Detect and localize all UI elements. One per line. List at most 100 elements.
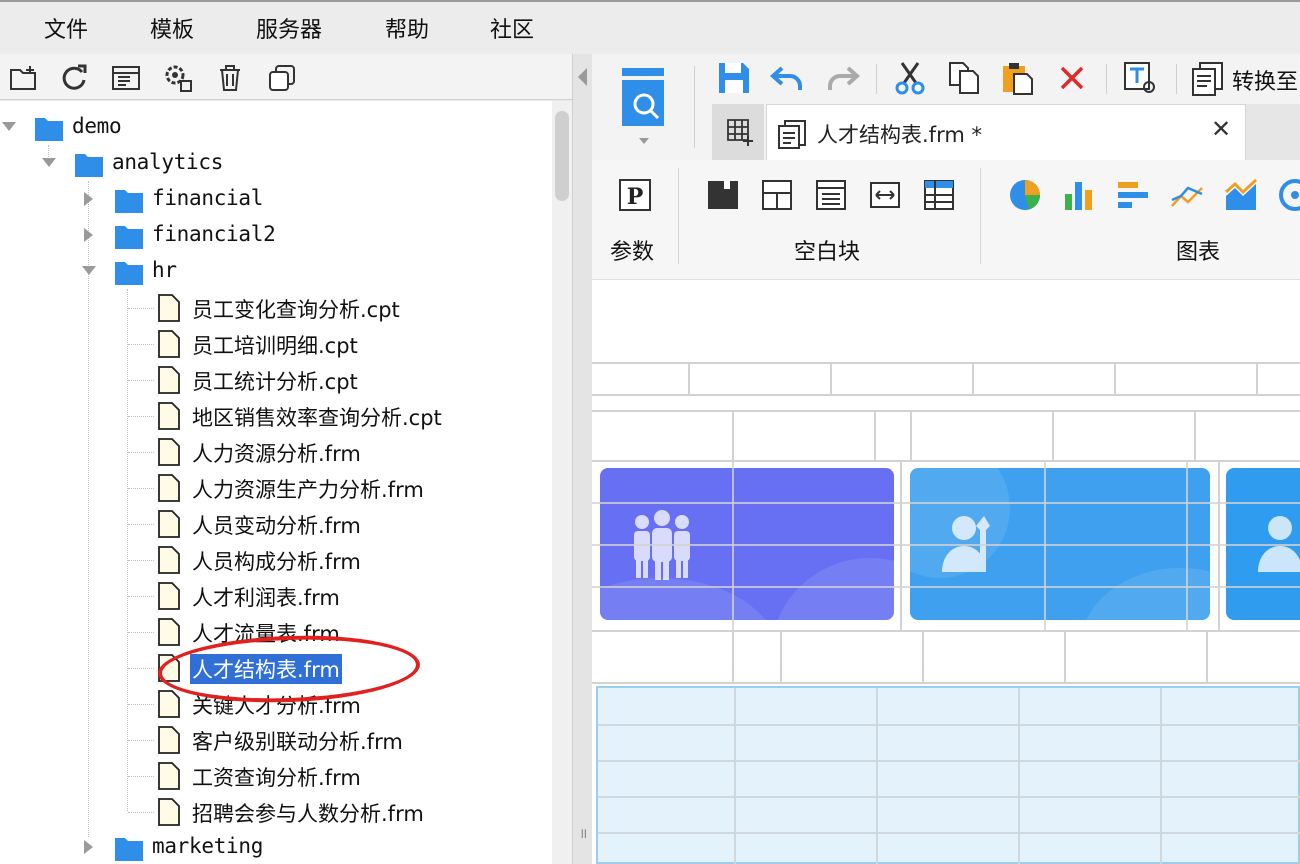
tree-file-item[interactable]: 人才利润表.frm (0, 578, 550, 614)
tree-scrollbar[interactable] (552, 101, 572, 864)
toolbar-separator (1106, 64, 1107, 94)
designer-toolbar: 转换至 人才结构表.frm * ✕ (592, 54, 1300, 160)
tree-file-item[interactable]: 人力资源生产力分析.frm (0, 470, 550, 506)
grid-line (1160, 688, 1162, 864)
card-decoration (1080, 568, 1210, 620)
tree-file-item[interactable]: 人员变动分析.frm (0, 506, 550, 542)
tree-file-item[interactable]: 工资查询分析.frm (0, 758, 550, 794)
tree-label: 工资查询分析.frm (192, 766, 361, 790)
menu-template[interactable]: 模板 (150, 12, 194, 44)
copy-doc-icon[interactable] (946, 60, 982, 96)
grid-line (780, 630, 782, 682)
tree-label: financial2 (152, 222, 276, 246)
scrollbar-thumb[interactable] (555, 111, 569, 201)
expand-caret[interactable] (84, 840, 93, 854)
tree-file-item[interactable]: 员工培训明细.cpt (0, 326, 550, 362)
grid-line (874, 410, 876, 460)
delete-icon[interactable] (214, 62, 246, 94)
delete-x-icon[interactable] (1054, 60, 1090, 96)
file-icon (158, 294, 180, 322)
blank-block-table-icon[interactable] (922, 178, 956, 212)
tree-item-demo[interactable]: demo (0, 110, 550, 146)
design-canvas[interactable] (592, 280, 1300, 864)
tree-file-item[interactable]: 招聘会参与人数分析.frm (0, 794, 550, 830)
tree-file-item[interactable]: 地区销售效率查询分析.cpt (0, 398, 550, 434)
tree-label-selected: 人才结构表.frm (190, 654, 342, 684)
tree-label: 人员构成分析.frm (192, 550, 361, 574)
tab-list-button[interactable] (712, 104, 764, 160)
person-icon (1258, 516, 1300, 572)
menu-server[interactable]: 服务器 (256, 12, 322, 44)
horizontal-bar-chart-icon[interactable] (1116, 178, 1150, 212)
grid-line (1018, 688, 1020, 864)
tree-file-item[interactable]: 客户级别联动分析.frm (0, 722, 550, 758)
blank-block-title-icon[interactable] (814, 178, 848, 212)
menu-help[interactable]: 帮助 (385, 12, 429, 44)
file-icon (158, 474, 180, 502)
paste-icon[interactable] (1000, 60, 1036, 96)
tree-item-financial[interactable]: financial (0, 182, 550, 218)
expand-caret[interactable] (84, 192, 93, 206)
blank-block-grid-icon[interactable] (760, 178, 794, 212)
copy-icon[interactable] (266, 62, 298, 94)
tree-label: 员工变化查询分析.cpt (192, 298, 400, 322)
tree-label: 人才利润表.frm (192, 586, 340, 610)
tree-item-financial2[interactable]: financial2 (0, 218, 550, 254)
tab-active[interactable]: 人才结构表.frm * ✕ (766, 104, 1246, 160)
grid-line (592, 630, 1300, 632)
refresh-icon[interactable] (58, 62, 90, 94)
tree-file-item[interactable]: 人力资源分析.frm (0, 434, 550, 470)
blank-block-stretch-icon[interactable] (868, 178, 902, 212)
collapse-caret[interactable] (82, 266, 96, 275)
new-folder-icon[interactable] (8, 62, 40, 94)
grid-add-icon (727, 119, 753, 146)
settings-icon[interactable] (162, 62, 194, 94)
template-list-icon[interactable] (110, 62, 142, 94)
menu-community[interactable]: 社区 (490, 12, 534, 44)
collapse-caret[interactable] (2, 122, 16, 131)
form-body-selected[interactable] (596, 686, 1300, 864)
tree-label: 员工统计分析.cpt (192, 370, 358, 394)
redo-icon[interactable] (824, 60, 860, 96)
tree-file-item[interactable]: 人员构成分析.frm (0, 542, 550, 578)
pie-chart-icon[interactable] (1008, 178, 1042, 212)
menu-file[interactable]: 文件 (44, 12, 88, 44)
gauge-chart-icon[interactable] (1278, 178, 1300, 212)
convert-icon[interactable] (1190, 60, 1226, 96)
panel-splitter[interactable]: ॥ (572, 54, 592, 864)
preview-icon[interactable] (620, 68, 666, 128)
tree-file-item[interactable]: 员工变化查询分析.cpt (0, 290, 550, 326)
text-search-icon[interactable] (1122, 60, 1158, 96)
tree-item-hr[interactable]: hr (0, 254, 550, 290)
file-icon (158, 582, 180, 610)
tree-file-item[interactable]: 员工统计分析.cpt (0, 362, 550, 398)
undo-icon[interactable] (770, 60, 806, 96)
grid-line (598, 724, 1300, 726)
convert-label[interactable]: 转换至 (1232, 64, 1298, 96)
line-chart-icon[interactable] (1170, 178, 1204, 212)
group-label-blank: 空白块 (794, 240, 861, 265)
form-file-icon (778, 120, 806, 149)
parameter-icon[interactable]: P (618, 178, 652, 212)
expand-caret[interactable] (84, 228, 93, 242)
tree-item-analytics[interactable]: analytics (0, 146, 550, 182)
save-icon[interactable] (716, 60, 752, 96)
grid-line (1064, 630, 1066, 682)
tree-file-item[interactable]: 关键人才分析.frm (0, 686, 550, 722)
tree-file-item-selected[interactable]: 人才结构表.frm (0, 650, 550, 686)
bar-chart-icon[interactable] (1062, 178, 1096, 212)
tree-item-marketing[interactable]: marketing (0, 830, 550, 864)
preview-dropdown-arrow[interactable] (639, 138, 649, 144)
splitter-grip-icon[interactable]: ॥ (579, 824, 587, 843)
tree-guide (128, 632, 154, 633)
collapse-left-icon[interactable] (578, 68, 587, 86)
cut-icon[interactable] (892, 60, 928, 96)
collapse-caret[interactable] (42, 158, 56, 167)
group-separator (678, 168, 679, 264)
area-chart-icon[interactable] (1224, 178, 1258, 212)
grid-line (732, 630, 734, 682)
tree-file-item[interactable]: 人才流量表.frm (0, 614, 550, 650)
blank-block-absolute-icon[interactable] (706, 178, 740, 212)
close-icon[interactable]: ✕ (1211, 115, 1231, 143)
grid-line (1256, 362, 1258, 394)
